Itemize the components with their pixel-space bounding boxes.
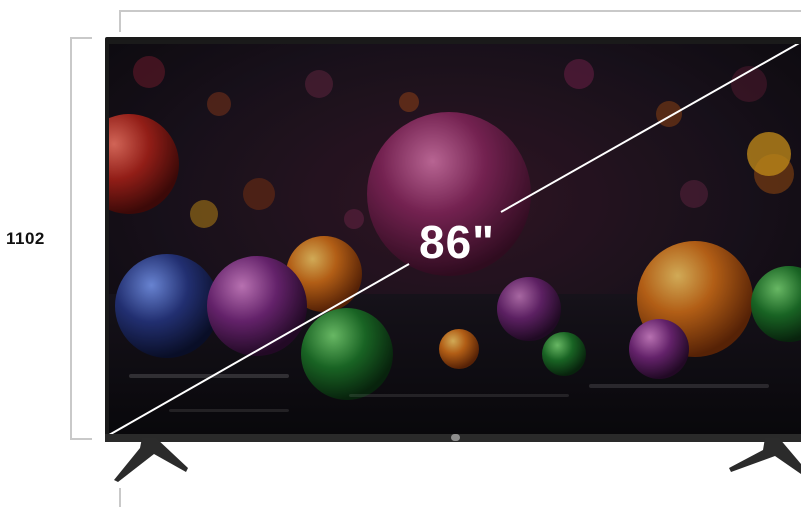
height-dimension-cap-bottom [70, 438, 92, 440]
width-dimension-line [120, 10, 801, 12]
height-label: 1102 [6, 229, 45, 248]
tv-screen: 86" [109, 44, 801, 435]
height-dimension-line [70, 37, 72, 439]
bottom-dimension-tick [119, 488, 121, 507]
left-stand-leg-icon [114, 438, 188, 482]
height-dimension-cap-top [70, 37, 92, 39]
brand-logo-icon [451, 434, 460, 441]
right-stand-leg-icon [729, 438, 801, 474]
diagonal-size-label: 86" [419, 216, 495, 268]
width-dimension-tick [119, 10, 121, 32]
tv-frame: 86" [105, 37, 801, 441]
